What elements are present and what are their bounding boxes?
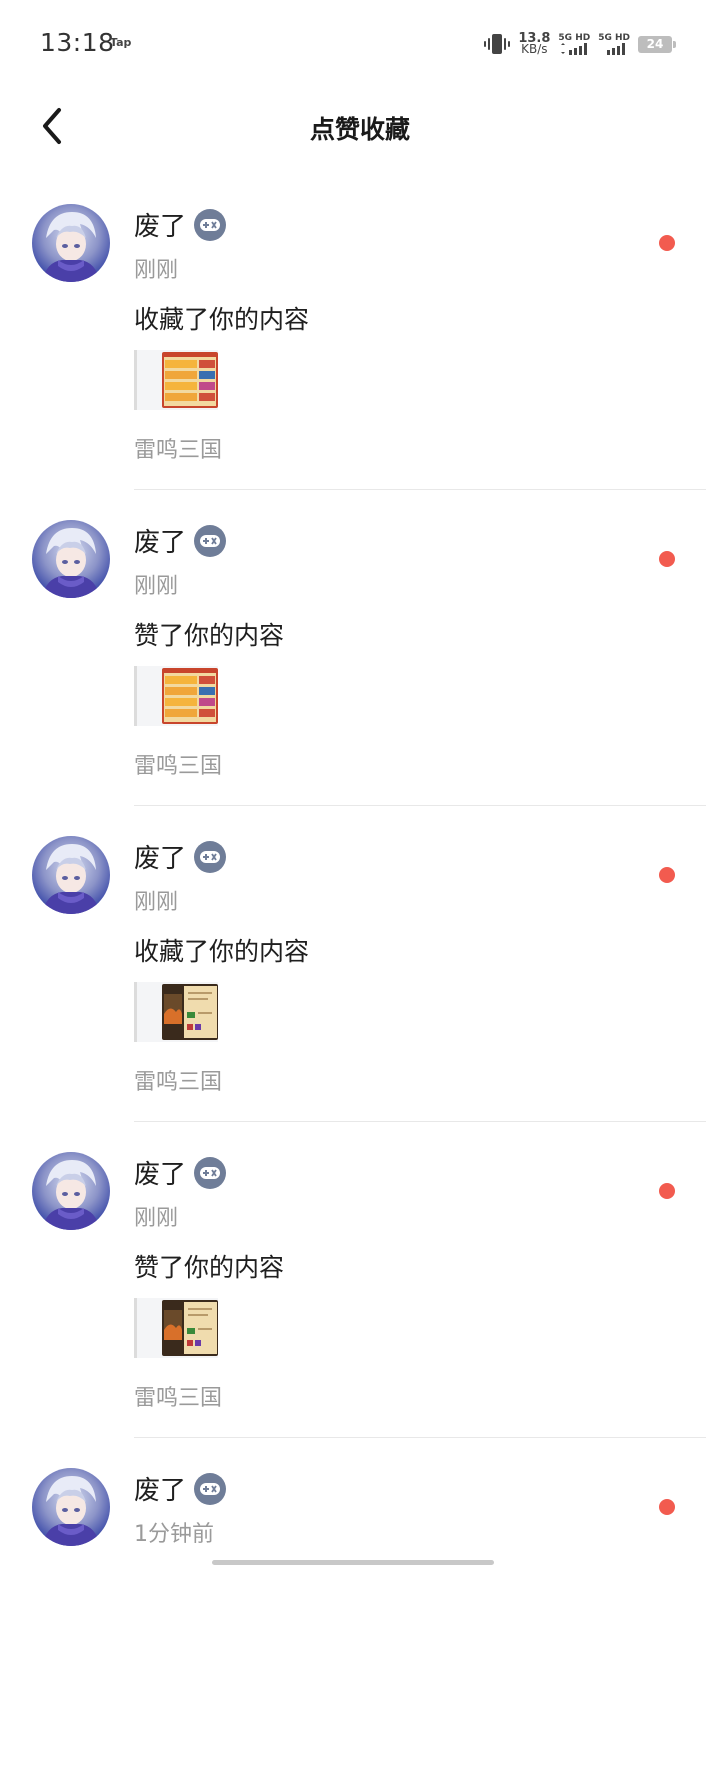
- user-name-row: 废了: [134, 206, 227, 243]
- user-name-row: 废了: [134, 1154, 227, 1191]
- signal-bars-icon: [607, 43, 626, 55]
- user-name[interactable]: 废了: [134, 1154, 186, 1191]
- battery-level: 24: [646, 37, 664, 51]
- action-text: 赞了你的内容: [134, 1253, 285, 1282]
- sim2-signal: 5G HD: [598, 33, 630, 55]
- timestamp: 1分钟前: [134, 1522, 214, 1547]
- game-name[interactable]: 雷鸣三国: [134, 432, 222, 464]
- avatar[interactable]: [32, 1468, 110, 1546]
- user-name[interactable]: 废了: [134, 838, 186, 875]
- timestamp: 刚刚: [134, 890, 179, 915]
- action-text: 收藏了你的内容: [134, 305, 310, 334]
- content-preview[interactable]: [134, 350, 218, 410]
- action-text: 收藏了你的内容: [134, 937, 310, 966]
- content-thumbnail: [162, 984, 218, 1040]
- avatar[interactable]: [32, 1152, 110, 1230]
- user-name-row: 废了: [134, 1470, 227, 1507]
- unread-dot: [659, 867, 675, 883]
- user-name-row: 废了: [134, 522, 227, 559]
- user-name[interactable]: 废了: [134, 1470, 186, 1507]
- content-thumbnail: [162, 352, 218, 408]
- home-indicator[interactable]: [212, 1560, 494, 1565]
- tap-icon: Tap: [110, 36, 132, 49]
- content-preview[interactable]: [134, 1298, 218, 1358]
- vibrate-icon: [484, 34, 511, 54]
- gamepad-icon: [200, 850, 221, 863]
- notification-item[interactable]: 废了 刚刚 赞了你的内容 雷鸣三国: [0, 506, 720, 822]
- network-speed-unit: KB/s: [521, 42, 548, 56]
- signal-bars-icon: [561, 43, 588, 55]
- network-speed: 13.8 KB/s: [518, 32, 550, 56]
- unread-dot: [659, 1499, 675, 1515]
- sim2-label: 5G HD: [598, 33, 630, 43]
- battery-icon: 24: [638, 35, 676, 53]
- gamepad-badge: [194, 524, 227, 557]
- timestamp: 刚刚: [134, 1206, 179, 1231]
- game-name[interactable]: 雷鸣三国: [134, 1064, 222, 1096]
- gamepad-icon: [200, 534, 221, 547]
- unread-dot: [659, 551, 675, 567]
- game-name[interactable]: 雷鸣三国: [134, 748, 222, 780]
- game-name[interactable]: 雷鸣三国: [134, 1380, 222, 1412]
- avatar[interactable]: [32, 204, 110, 282]
- gamepad-badge: [194, 1156, 227, 1189]
- status-time: 13:18: [40, 28, 115, 57]
- gamepad-icon: [200, 1166, 221, 1179]
- user-name[interactable]: 废了: [134, 206, 186, 243]
- avatar[interactable]: [32, 520, 110, 598]
- sim1-signal: 5G HD: [558, 33, 590, 55]
- page-title: 点赞收藏: [309, 115, 410, 144]
- status-bar: 13:18 Tap 13.8 KB/s 5G HD 5G HD 24: [0, 0, 720, 88]
- gamepad-badge: [194, 1472, 227, 1505]
- notification-item[interactable]: 废了 1分钟前: [0, 1454, 720, 1770]
- notification-item[interactable]: 废了 刚刚 收藏了你的内容 雷鸣三国: [0, 822, 720, 1138]
- action-text: 赞了你的内容: [134, 621, 285, 650]
- content-thumbnail: [162, 668, 218, 724]
- gamepad-badge: [194, 208, 227, 241]
- status-indicators: 13.8 KB/s 5G HD 5G HD 24: [484, 30, 676, 58]
- user-name-row: 废了: [134, 838, 227, 875]
- notification-item[interactable]: 废了 刚刚 赞了你的内容 雷鸣三国: [0, 1138, 720, 1454]
- content-thumbnail: [162, 1300, 218, 1356]
- content-preview[interactable]: [134, 666, 218, 726]
- sim1-label: 5G HD: [558, 33, 591, 43]
- user-name[interactable]: 废了: [134, 522, 186, 559]
- timestamp: 刚刚: [134, 258, 179, 283]
- unread-dot: [659, 235, 675, 251]
- timestamp: 刚刚: [134, 574, 179, 599]
- gamepad-icon: [200, 218, 221, 231]
- notification-item[interactable]: 废了 刚刚 收藏了你的内容 雷鸣三国: [0, 190, 720, 506]
- notification-list: 废了 刚刚 收藏了你的内容 雷鸣三国 废了 刚刚 赞了你的内容 雷鸣三国 废了 …: [0, 190, 720, 1770]
- gamepad-icon: [200, 1482, 221, 1495]
- avatar[interactable]: [32, 836, 110, 914]
- header: 点赞收藏: [0, 88, 720, 166]
- content-preview[interactable]: [134, 982, 218, 1042]
- unread-dot: [659, 1183, 675, 1199]
- gamepad-badge: [194, 840, 227, 873]
